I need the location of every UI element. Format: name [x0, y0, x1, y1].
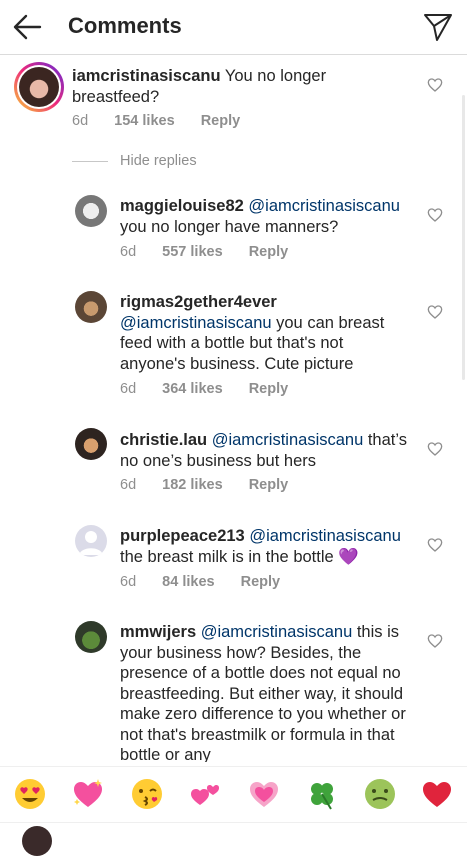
back-button[interactable]: [12, 12, 44, 42]
avatar[interactable]: [75, 525, 107, 557]
likes-count[interactable]: 557 likes: [162, 244, 222, 260]
reply-button[interactable]: Reply: [249, 381, 289, 397]
mention-link[interactable]: @iamcristinasiscanu: [249, 527, 401, 545]
reply-username[interactable]: maggielouise82: [120, 197, 244, 215]
reply-username[interactable]: christie.lau: [120, 431, 207, 449]
reply-meta: 6d 557 likes Reply: [120, 244, 310, 260]
paper-plane-icon: [424, 14, 452, 41]
reply-button[interactable]: Reply: [201, 113, 241, 129]
emoji-quick-reply-bar: [0, 766, 467, 823]
reply-text: mmwijers @iamcristinasiscanu this is you…: [120, 623, 406, 762]
reply-time: 6d: [120, 381, 137, 397]
page-title: Comments: [68, 13, 182, 38]
purple-heart-emoji: 💜: [338, 547, 359, 566]
likes-count[interactable]: 84 likes: [162, 574, 214, 590]
like-heart-icon[interactable]: [427, 441, 443, 457]
divider: [0, 822, 467, 823]
heart-eyes-emoji[interactable]: [13, 777, 47, 811]
reply-meta: 6d 364 likes Reply: [120, 381, 310, 397]
likes-count[interactable]: 182 likes: [162, 477, 222, 493]
mention-link[interactable]: @iamcristinasiscanu: [248, 197, 400, 215]
sparkling-heart-emoji[interactable]: [71, 777, 105, 811]
reply-time: 6d: [120, 244, 137, 260]
reply-meta: 6d 182 likes Reply: [120, 477, 310, 493]
like-heart-icon[interactable]: [427, 633, 443, 649]
reply-meta: 6d 84 likes Reply: [120, 574, 302, 590]
likes-count[interactable]: 364 likes: [162, 381, 222, 397]
comment-time: 6d: [72, 113, 89, 129]
like-heart-icon[interactable]: [427, 77, 443, 93]
two-hearts-emoji[interactable]: [189, 777, 223, 811]
user-avatar: [22, 826, 52, 856]
comment-meta: 6d 154 likes Reply: [72, 113, 262, 129]
reply-username[interactable]: rigmas2gether4ever: [120, 293, 277, 311]
hide-replies-button[interactable]: Hide replies: [72, 153, 197, 169]
mention-link[interactable]: @iamcristinasiscanu: [120, 314, 272, 332]
reply-text: christie.lau @iamcristinasiscanu that’s …: [120, 431, 407, 470]
four-leaf-clover-emoji[interactable]: [305, 777, 339, 811]
reply-text: rigmas2gether4ever @iamcristinasiscanu y…: [120, 293, 385, 373]
like-heart-icon[interactable]: [427, 537, 443, 553]
avatar[interactable]: [75, 621, 107, 653]
reply-time: 6d: [120, 477, 137, 493]
reply-text: purplepeace213 @iamcristinasiscanu the b…: [120, 527, 401, 566]
reply-button[interactable]: Reply: [241, 574, 281, 590]
like-heart-icon[interactable]: [427, 304, 443, 320]
reply-button[interactable]: Reply: [249, 477, 289, 493]
likes-count[interactable]: 154 likes: [114, 113, 174, 129]
default-avatar-icon: [79, 531, 103, 555]
pink-heart-emoji[interactable]: [247, 777, 281, 811]
like-heart-icon[interactable]: [427, 207, 443, 223]
reply-username[interactable]: mmwijers: [120, 623, 196, 641]
direct-message-button[interactable]: [423, 12, 453, 42]
kissing-face-emoji[interactable]: [130, 777, 164, 811]
scrollbar[interactable]: [462, 95, 465, 380]
avatar[interactable]: [75, 428, 107, 460]
comment-username[interactable]: iamcristinasiscanu: [72, 67, 221, 85]
avatar[interactable]: [75, 195, 107, 227]
mention-link[interactable]: @iamcristinasiscanu: [201, 623, 353, 641]
arrow-left-icon: [13, 14, 42, 40]
nauseated-face-emoji[interactable]: [363, 777, 397, 811]
reply-button[interactable]: Reply: [249, 244, 289, 260]
red-heart-emoji[interactable]: [420, 777, 454, 811]
comment-text: iamcristinasiscanu You no longer breastf…: [72, 67, 327, 106]
divider-line: [72, 160, 108, 162]
reply-time: 6d: [120, 574, 137, 590]
avatar[interactable]: [14, 62, 64, 112]
reply-username[interactable]: purplepeace213: [120, 527, 245, 545]
mention-link[interactable]: @iamcristinasiscanu: [212, 431, 364, 449]
avatar[interactable]: [75, 291, 107, 323]
comments-header: Comments: [0, 0, 467, 55]
reply-text: maggielouise82 @iamcristinasiscanu you n…: [120, 197, 400, 236]
